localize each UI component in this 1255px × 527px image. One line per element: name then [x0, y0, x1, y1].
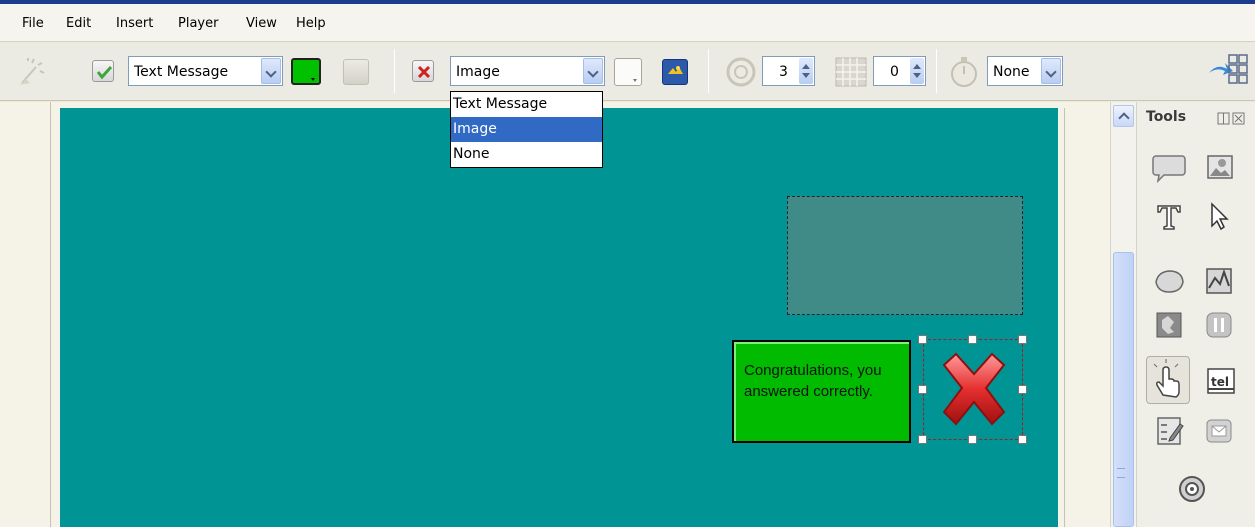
- disabled-style-icon: [343, 59, 369, 85]
- failure-x-icon[interactable]: [412, 60, 434, 82]
- placeholder-box[interactable]: [787, 196, 1023, 315]
- stopwatch-icon: [951, 57, 977, 87]
- menu-view[interactable]: View: [246, 16, 277, 31]
- checklist-tool[interactable]: [1150, 412, 1188, 450]
- slide-canvas[interactable]: [60, 108, 1058, 527]
- pointer-icon: [1211, 202, 1229, 231]
- properties-toolbar: Text Message Image 3 0 None: [0, 43, 1255, 101]
- chevron-down-icon[interactable]: [261, 58, 281, 84]
- text-icon: [1157, 205, 1181, 230]
- pause-icon: [1206, 312, 1232, 338]
- attempts-value: 3: [779, 64, 788, 80]
- panel-dock-close-icon[interactable]: [1217, 112, 1247, 126]
- page-edge-guide: [1064, 108, 1065, 527]
- resize-handle-sw[interactable]: [918, 435, 927, 444]
- scroll-up-button[interactable]: [1113, 105, 1134, 127]
- puzzle-tool[interactable]: [1150, 306, 1188, 344]
- checklist-icon: [1157, 417, 1184, 445]
- spiral-tool[interactable]: [1173, 470, 1211, 508]
- timer-select[interactable]: None: [987, 56, 1063, 86]
- success-color-picker[interactable]: [291, 58, 321, 85]
- pause-spin-buttons[interactable]: [910, 58, 924, 84]
- pause-stepper[interactable]: 0: [873, 56, 926, 86]
- tools-panel-title: Tools: [1146, 109, 1187, 125]
- pointer-tool[interactable]: [1200, 198, 1238, 236]
- layout-arrange-icon[interactable]: [1205, 51, 1249, 91]
- pause-tool[interactable]: [1200, 306, 1238, 344]
- margin-guide: [50, 102, 51, 527]
- hand-tool[interactable]: [1146, 356, 1190, 404]
- resize-handle-s[interactable]: [968, 435, 977, 444]
- dropdown-option-none[interactable]: None: [451, 142, 602, 167]
- menu-edit[interactable]: Edit: [66, 16, 91, 31]
- image-browse-icon[interactable]: [662, 59, 688, 85]
- pause-grid-icon: [835, 57, 867, 87]
- app-window: File Edit Insert Player View Help Text M…: [0, 0, 1255, 527]
- chevron-down-icon[interactable]: [1041, 58, 1061, 84]
- failure-type-dropdown-list: Text Message Image None: [450, 91, 603, 168]
- failure-type-select[interactable]: Image: [450, 56, 605, 86]
- pause-value: 0: [890, 64, 899, 80]
- resize-handle-se[interactable]: [1018, 435, 1027, 444]
- menu-insert[interactable]: Insert: [116, 16, 153, 31]
- toolbar-separator: [394, 49, 395, 93]
- svg-text:tel: tel: [1211, 375, 1229, 389]
- failure-image-selection[interactable]: [923, 339, 1023, 440]
- tel-icon: tel: [1207, 368, 1235, 394]
- vertical-scrollbar[interactable]: [1110, 102, 1136, 527]
- toolbar-separator: [708, 49, 709, 93]
- email-icon: [1206, 419, 1232, 443]
- menu-player[interactable]: Player: [178, 16, 218, 31]
- menu-help[interactable]: Help: [296, 16, 326, 31]
- success-message-text: Congratulations, you answered correctly.: [744, 362, 882, 400]
- image-tool[interactable]: [1200, 148, 1238, 186]
- failure-color-picker[interactable]: [614, 58, 642, 86]
- puzzle-icon: [1156, 312, 1182, 338]
- resize-handle-w[interactable]: [918, 385, 927, 394]
- hand-icon: [1153, 359, 1180, 398]
- chart-icon: [1206, 268, 1232, 294]
- speech-bubble-tool[interactable]: [1150, 148, 1188, 186]
- shape-tool[interactable]: [1150, 262, 1188, 300]
- image-icon: [1207, 155, 1233, 179]
- text-tool[interactable]: [1150, 198, 1188, 236]
- chart-tool[interactable]: [1200, 262, 1238, 300]
- speech-bubble-icon: [1152, 155, 1186, 184]
- scroll-grip: [1117, 468, 1125, 478]
- tel-tool[interactable]: tel: [1202, 362, 1240, 400]
- resize-handle-ne[interactable]: [1018, 335, 1027, 344]
- menu-file[interactable]: File: [22, 16, 44, 31]
- success-message-box[interactable]: Congratulations, you answered correctly.: [732, 340, 911, 443]
- dropdown-option-image[interactable]: Image: [451, 117, 602, 142]
- resize-handle-nw[interactable]: [918, 335, 927, 344]
- email-tool[interactable]: [1200, 412, 1238, 450]
- red-x-image-icon: [942, 352, 1006, 426]
- toolbar-separator: [936, 49, 937, 93]
- attempts-stepper[interactable]: 3: [762, 56, 815, 86]
- attempts-spin-buttons[interactable]: [799, 58, 813, 84]
- scroll-thumb[interactable]: [1113, 252, 1134, 527]
- dropdown-option-text-message[interactable]: Text Message: [451, 92, 602, 117]
- chevron-down-icon[interactable]: [583, 58, 603, 84]
- success-check-icon[interactable]: [92, 60, 114, 82]
- success-type-select[interactable]: Text Message: [128, 56, 283, 86]
- success-type-value: Text Message: [134, 64, 229, 80]
- disabled-magic-icon: [20, 58, 45, 85]
- resize-handle-n[interactable]: [968, 335, 977, 344]
- spiral-icon: [1179, 476, 1205, 502]
- menu-bar: File Edit Insert Player View Help: [0, 4, 1255, 42]
- attempts-icon: [726, 57, 756, 87]
- resize-handle-e[interactable]: [1018, 385, 1027, 394]
- shape-icon: [1155, 270, 1184, 293]
- failure-type-value: Image: [456, 64, 500, 80]
- timer-value: None: [993, 64, 1030, 80]
